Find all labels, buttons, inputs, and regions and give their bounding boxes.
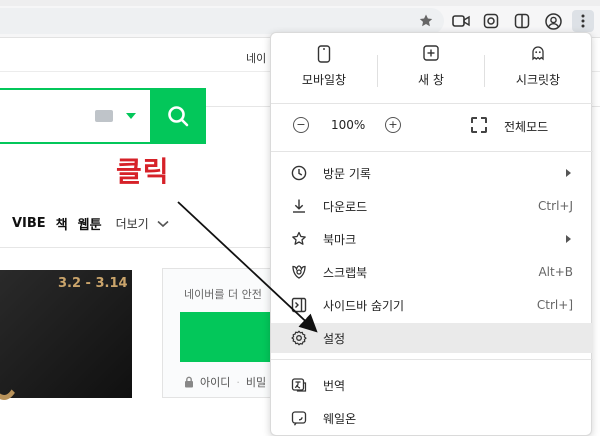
new-window-button[interactable]: 새 창 — [378, 45, 484, 95]
search-icon — [168, 106, 189, 127]
login-button[interactable] — [180, 312, 280, 362]
video-icon[interactable] — [450, 10, 472, 32]
download-icon — [291, 198, 307, 214]
menu-item-hide-sidebar[interactable]: 사이드바 숨기기 Ctrl+] — [271, 290, 593, 320]
screenshot-frame: 네이 VIBE 책 웹툰 더보기 3.2 - 3.14 네이버를 더 안전 아이… — [0, 0, 600, 436]
address-bar[interactable] — [0, 8, 444, 34]
bookmark-star-icon — [291, 231, 307, 247]
menu-item-label: 북마크 — [323, 232, 357, 247]
menu-item-bookmarks[interactable]: 북마크 — [271, 224, 593, 254]
extension-star-icon[interactable] — [415, 10, 437, 32]
service-nav: VIBE 책 웹툰 더보기 — [12, 214, 169, 233]
profile-icon[interactable] — [542, 10, 564, 32]
menu-item-translate[interactable]: 번역 — [271, 370, 593, 400]
menu-item-label: 방문 기록 — [323, 166, 371, 181]
divider — [0, 247, 270, 248]
gear-icon — [291, 330, 307, 346]
divider — [271, 151, 593, 152]
mobile-window-label: 모바일창 — [301, 73, 347, 87]
menu-item-label: 다운로드 — [323, 199, 368, 214]
tab-strip — [0, 0, 600, 6]
nav-item-webtoon[interactable]: 웹툰 — [78, 214, 102, 233]
browser-menu: 모바일창 새 창 시크릿창 − 100% + 전체모드 방문 기록 다운로드 C… — [270, 32, 593, 436]
mobile-icon — [317, 45, 331, 63]
menu-item-history[interactable]: 방문 기록 — [271, 158, 593, 188]
find-password-link[interactable]: 비밀 — [246, 374, 266, 390]
split-icon[interactable] — [511, 10, 533, 32]
submenu-arrow-icon — [566, 169, 571, 177]
new-window-label: 새 창 — [418, 73, 444, 87]
translate-icon — [291, 377, 307, 393]
zoom-level: 100% — [331, 118, 366, 132]
incognito-window-button[interactable]: 시크릿창 — [485, 45, 591, 95]
fullscreen-button[interactable]: 전체모드 — [504, 118, 548, 135]
menu-dots-icon[interactable] — [572, 10, 594, 32]
login-message: 네이버를 더 안전 — [184, 288, 262, 301]
nav-item-book[interactable]: 책 — [56, 214, 68, 233]
whale-on-icon — [291, 410, 307, 426]
zoom-in-button[interactable]: + — [385, 117, 401, 133]
zoom-row: − 100% + 전체모드 — [271, 109, 593, 143]
divider — [271, 103, 593, 104]
incognito-window-label: 시크릿창 — [515, 73, 561, 87]
find-id-link[interactable]: 아이디 — [200, 374, 230, 390]
keyboard-icon[interactable] — [95, 110, 113, 122]
menu-item-label: 사이드바 숨기기 — [323, 298, 405, 313]
submenu-arrow-icon — [566, 235, 571, 243]
incognito-icon — [532, 46, 544, 61]
fullscreen-icon[interactable] — [471, 117, 487, 133]
banner-date: 3.2 - 3.14 — [58, 276, 128, 291]
top-link[interactable]: 네이 — [246, 50, 266, 66]
menu-item-shortcut: Alt+B — [538, 265, 573, 279]
scrapbook-icon — [291, 264, 307, 280]
menu-item-label: 설정 — [323, 331, 346, 346]
login-links: 아이디 · 비밀 — [184, 374, 266, 390]
chevron-down-icon[interactable] — [126, 113, 136, 119]
zoom-out-button[interactable]: − — [293, 117, 309, 133]
nav-more-label: 더보기 — [115, 217, 149, 231]
new-window-icon — [423, 45, 439, 61]
nav-more-button[interactable]: 더보기 — [116, 215, 169, 232]
chevron-down-icon — [156, 220, 169, 228]
history-icon — [291, 165, 307, 181]
screenshot-icon[interactable] — [480, 10, 502, 32]
divider — [271, 359, 593, 360]
menu-item-label: 웨일온 — [323, 411, 357, 426]
menu-item-label: 번역 — [323, 378, 346, 393]
lock-icon — [185, 376, 193, 388]
search-button[interactable] — [150, 88, 206, 144]
sidebar-icon — [291, 297, 307, 313]
menu-item-shortcut: Ctrl+] — [536, 298, 573, 312]
mobile-window-button[interactable]: 모바일창 — [271, 45, 377, 95]
menu-item-settings[interactable]: 설정 — [271, 323, 593, 353]
click-annotation: 클릭 — [116, 155, 170, 188]
menu-item-scrapbook[interactable]: 스크랩북 Alt+B — [271, 257, 593, 287]
menu-item-whale-on[interactable]: 웨일온 — [271, 403, 593, 433]
nav-item-vibe[interactable]: VIBE — [12, 216, 46, 231]
menu-item-label: 스크랩북 — [323, 265, 368, 280]
menu-item-downloads[interactable]: 다운로드 Ctrl+J — [271, 191, 593, 221]
menu-item-shortcut: Ctrl+J — [538, 199, 573, 213]
